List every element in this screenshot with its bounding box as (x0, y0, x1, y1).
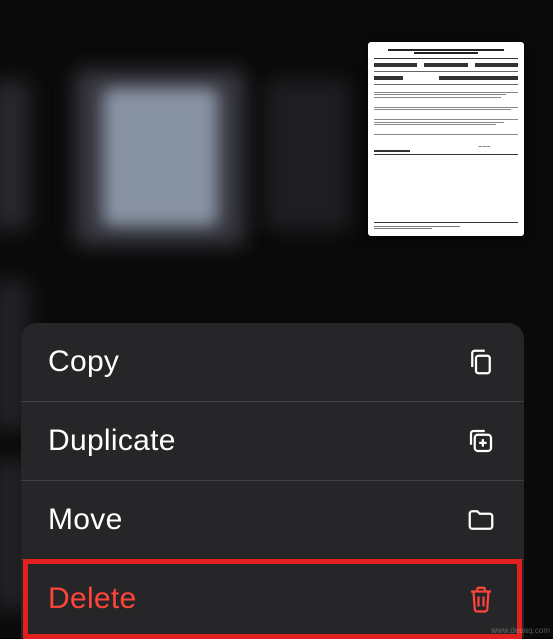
menu-item-duplicate[interactable]: Duplicate (21, 402, 524, 481)
context-menu: Copy Duplicate Move Delete (21, 323, 524, 638)
trash-icon (465, 583, 497, 615)
menu-item-copy[interactable]: Copy (21, 323, 524, 402)
document-thumbnail[interactable]: ~~~ (368, 42, 524, 236)
menu-item-label: Copy (48, 345, 119, 379)
menu-item-label: Duplicate (48, 424, 176, 458)
blurred-thumbnail (103, 88, 218, 226)
menu-item-delete[interactable]: Delete (21, 560, 524, 638)
blurred-thumbnail (0, 80, 30, 230)
menu-item-label: Move (48, 503, 123, 537)
menu-item-move[interactable]: Move (21, 481, 524, 560)
watermark: www.deuaq.com (491, 626, 550, 635)
copy-icon (465, 346, 497, 378)
folder-icon (465, 504, 497, 536)
blurred-thumbnail (265, 80, 350, 230)
menu-item-label: Delete (48, 582, 137, 616)
duplicate-icon (465, 425, 497, 457)
